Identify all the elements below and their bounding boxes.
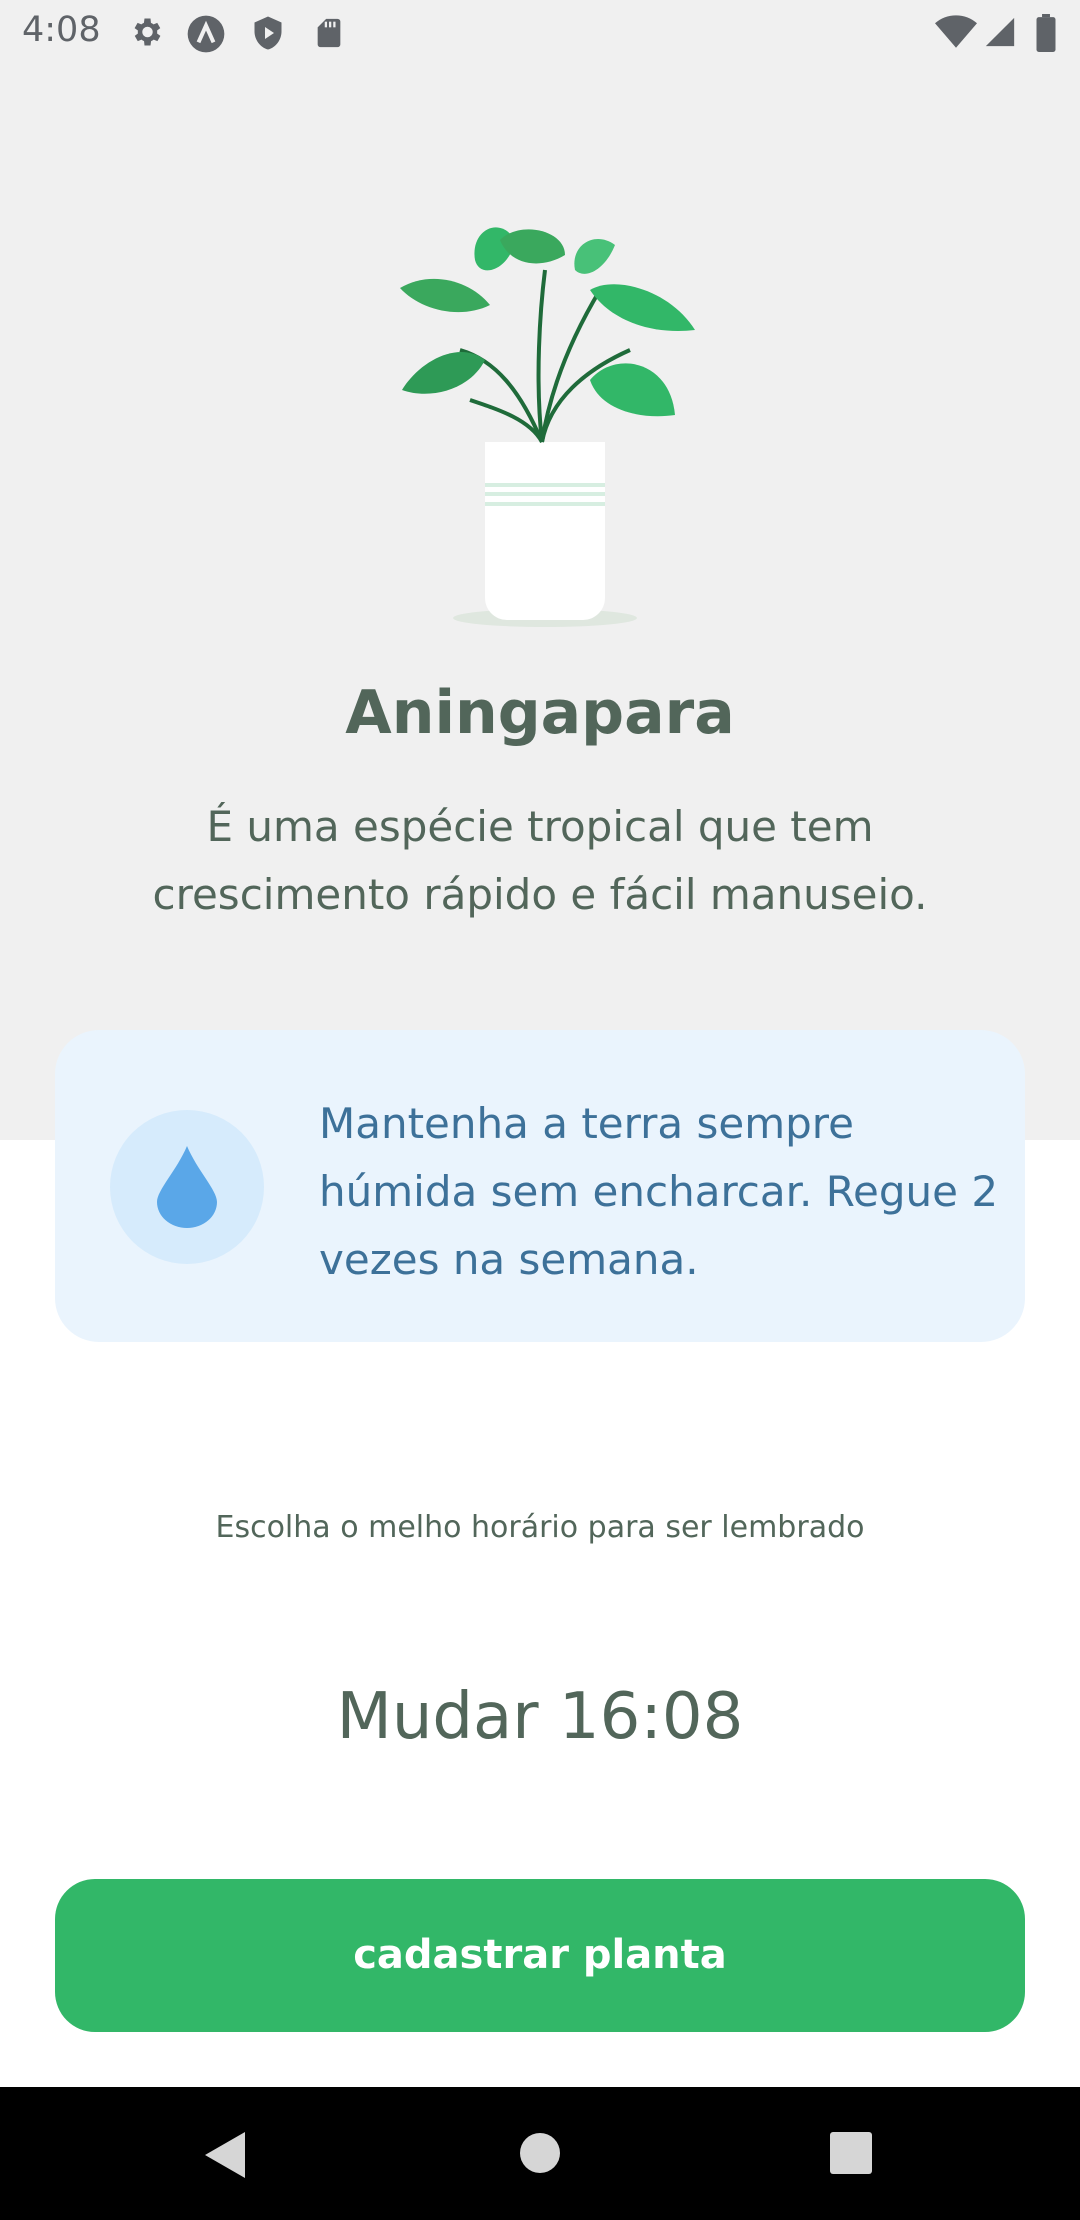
battery-icon: [1035, 14, 1057, 56]
alert-label: Escolha o melho horário para ser lembrad…: [215, 1510, 865, 1545]
plant-name: Aningapara: [345, 678, 735, 748]
water-drop-icon-container: [110, 1110, 264, 1264]
change-time-button[interactable]: Mudar 16:08: [0, 1680, 1080, 1754]
water-tip-text: Mantenha a terra sempre húmida sem encha…: [319, 1099, 999, 1284]
navigation-bar: [0, 2087, 1080, 2220]
home-icon[interactable]: [519, 2132, 561, 2178]
shield-play-icon: [250, 14, 286, 56]
water-drop-icon: [157, 1146, 217, 1228]
signal-icon: [983, 14, 1017, 54]
settings-icon: [128, 14, 164, 54]
recents-icon[interactable]: [830, 2132, 872, 2178]
water-tip-card: Mantenha a terra sempre húmida sem encha…: [55, 1030, 1025, 1342]
sd-card-icon: [312, 14, 346, 56]
plant-illustration: [400, 220, 720, 630]
status-bar: 4:08: [0, 0, 1080, 66]
wifi-icon: [935, 14, 977, 54]
plant-about: É uma espécie tropical que tem crescimen…: [152, 802, 928, 919]
app-a-icon: [186, 14, 226, 58]
back-icon[interactable]: [205, 2132, 247, 2182]
status-time: 4:08: [22, 10, 101, 50]
register-plant-button[interactable]: cadastrar planta: [55, 1879, 1025, 2032]
